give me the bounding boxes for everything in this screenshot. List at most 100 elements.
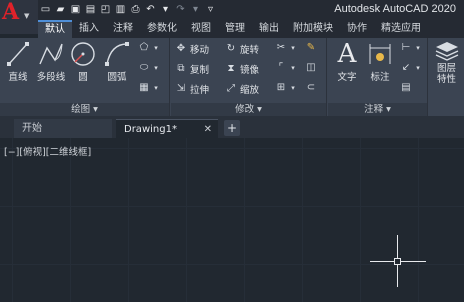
tab-insert[interactable]: 插入 <box>72 20 106 38</box>
customize-qat-icon[interactable]: ▿ <box>205 4 216 16</box>
annotation-panel-title-text: 注释 <box>364 104 384 115</box>
linear-dimension-icon: ⊢ <box>401 42 411 53</box>
polygon-tool[interactable]: ⬠ ▾ <box>138 42 159 54</box>
offset-icon: ⊂ <box>306 82 316 93</box>
new-tab-button[interactable]: + <box>224 120 240 136</box>
save-as-icon[interactable]: ▤ <box>85 4 96 16</box>
annotation-panel-title[interactable]: 注释 ▾ <box>328 103 427 116</box>
rotate-icon: ↻ <box>226 43 236 54</box>
tab-parametric[interactable]: 参数化 <box>140 20 184 38</box>
dimension-button[interactable]: 标注 <box>366 40 394 83</box>
erase-tool[interactable]: ✎ <box>305 42 317 54</box>
table-tool[interactable]: ▤ <box>400 82 412 94</box>
scale-tool[interactable]: ⤢ 缩放 <box>225 82 259 96</box>
scale-icon: ⤢ <box>227 83 235 94</box>
chevron-down-icon: ▾ <box>416 44 420 52</box>
tab-default[interactable]: 默认 <box>38 20 72 38</box>
text-label: 文字 <box>337 72 357 83</box>
fillet-tool[interactable]: ⌜ ▾ <box>275 62 296 74</box>
web-mobile-icon[interactable]: ◰ <box>100 4 111 16</box>
polyline-button[interactable]: 多段线 <box>34 40 68 83</box>
undo-dropdown-icon[interactable]: ▾ <box>160 4 171 16</box>
rotate-tool[interactable]: ↻ 旋转 <box>225 42 259 56</box>
modify-panel-title[interactable]: 修改 ▾ <box>171 103 326 116</box>
line-icon <box>7 42 29 66</box>
mirror-icon: ⧗ <box>227 63 235 74</box>
chevron-down-icon: ▾ <box>291 44 295 52</box>
chevron-down-icon: ▾ <box>291 64 295 72</box>
tab-start[interactable]: 开始 <box>14 119 112 138</box>
chevron-down-icon: ▼ <box>24 12 30 20</box>
tab-manage[interactable]: 管理 <box>218 20 252 38</box>
arc-label: 圆弧 <box>107 72 127 83</box>
leader-tool[interactable]: ↙ ▾ <box>400 62 421 74</box>
undo-icon[interactable]: ↶ <box>145 4 156 16</box>
drawing-canvas[interactable]: [−][俯视][二维线框] <box>0 138 464 302</box>
application-menu-button[interactable]: A ▼ <box>0 0 38 34</box>
polygon-icon: ⬠ <box>139 42 149 53</box>
explode-tool[interactable]: ◫ <box>305 62 317 74</box>
line-label: 直线 <box>8 72 28 83</box>
copy-tool[interactable]: ⧉ 复制 <box>175 62 209 76</box>
text-a-icon: A <box>337 39 357 69</box>
dimension-icon <box>369 44 391 64</box>
explode-icon: ◫ <box>306 62 316 73</box>
move-tool[interactable]: ✥ 移动 <box>175 42 209 56</box>
ribbon-tabs: 默认 插入 注释 参数化 视图 管理 输出 附加模块 协作 精选应用 <box>38 20 464 38</box>
hatch-tool[interactable]: ▦ ▾ <box>138 82 159 94</box>
tab-annotate[interactable]: 注释 <box>106 20 140 38</box>
stretch-tool[interactable]: ⇲ 拉伸 <box>175 82 209 96</box>
draw-panel-title[interactable]: 绘图 ▾ <box>0 103 169 116</box>
circle-button[interactable]: 圆 <box>68 40 98 83</box>
arc-button[interactable]: 圆弧 <box>102 40 132 83</box>
mirror-label: 镜像 <box>240 65 260 76</box>
tab-drawing1[interactable]: Drawing1* ✕ <box>116 119 218 138</box>
quick-access-toolbar: ▭ ▰ ▣ ▤ ◰ ▥ ⎙ ↶ ▾ ↷ ▾ ▿ <box>40 2 216 18</box>
modify-panel: ✥ 移动 ↻ 旋转 ✂ ▾ ✎ ⧉ 复制 ⧗ 镜像 ⌜ ▾ ◫ ⇲ 拉伸 ⤢ 缩放 ⊞ ▾ <box>171 38 327 116</box>
dimension-label: 标注 <box>370 72 390 83</box>
open-folder-icon[interactable]: ▰ <box>55 4 66 16</box>
trim-tool[interactable]: ✂ ▾ <box>275 42 296 54</box>
eraser-icon: ✎ <box>306 42 316 53</box>
leader-icon: ↙ <box>401 62 411 73</box>
linear-dim-tool[interactable]: ⊢ ▾ <box>400 42 421 54</box>
ribbon: 直线 多段线 圆 圆弧 ⬠ ▾ ⬭ ▾ ▦ ▾ 绘图 ▾ ✥ 移动 ↻ 旋转 ✂… <box>0 38 464 116</box>
layer-properties-button[interactable]: 图层 特性 <box>431 40 462 85</box>
crosshair-pickbox <box>394 258 401 265</box>
line-button[interactable]: 直线 <box>4 40 32 83</box>
tab-featured-apps[interactable]: 精选应用 <box>374 20 428 38</box>
viewport-controls[interactable]: [−][俯视][二维线框] <box>4 144 91 158</box>
app-title: Autodesk AutoCAD 2020 <box>334 3 456 15</box>
mirror-tool[interactable]: ⧗ 镜像 <box>225 62 259 76</box>
array-tool[interactable]: ⊞ ▾ <box>275 82 296 94</box>
save-web-icon[interactable]: ▥ <box>115 4 126 16</box>
ellipse-tool[interactable]: ⬭ ▾ <box>138 62 159 74</box>
offset-tool[interactable]: ⊂ <box>305 82 317 94</box>
close-icon[interactable]: ✕ <box>204 120 212 139</box>
hatch-icon: ▦ <box>139 82 149 93</box>
draw-panel: 直线 多段线 圆 圆弧 ⬠ ▾ ⬭ ▾ ▦ ▾ 绘图 ▾ <box>0 38 170 116</box>
tab-collaborate[interactable]: 协作 <box>340 20 374 38</box>
redo-dropdown-icon[interactable]: ▾ <box>190 4 201 16</box>
save-icon[interactable]: ▣ <box>70 4 81 16</box>
tab-output[interactable]: 输出 <box>252 20 286 38</box>
file-tabs-bar: 开始 Drawing1* ✕ + <box>0 116 464 138</box>
tab-addins[interactable]: 附加模块 <box>286 20 340 38</box>
move-icon: ✥ <box>176 43 186 54</box>
scale-label: 缩放 <box>240 85 260 96</box>
autocad-logo-icon: A <box>2 0 20 25</box>
copy-icon: ⧉ <box>177 63 185 74</box>
plot-icon[interactable]: ⎙ <box>130 4 141 16</box>
ellipse-icon: ⬭ <box>139 62 149 73</box>
tab-start-label: 开始 <box>22 123 42 134</box>
new-file-icon[interactable]: ▭ <box>40 4 51 16</box>
chevron-down-icon: ▾ <box>154 84 158 92</box>
tab-drawing1-label: Drawing1* <box>124 124 177 135</box>
circle-label: 圆 <box>78 72 88 83</box>
text-button[interactable]: A 文字 <box>332 40 362 83</box>
modify-panel-title-text: 修改 <box>235 104 255 115</box>
chevron-down-icon: ▾ <box>154 44 158 52</box>
redo-icon[interactable]: ↷ <box>175 4 186 16</box>
stretch-icon: ⇲ <box>176 83 186 94</box>
tab-view[interactable]: 视图 <box>184 20 218 38</box>
